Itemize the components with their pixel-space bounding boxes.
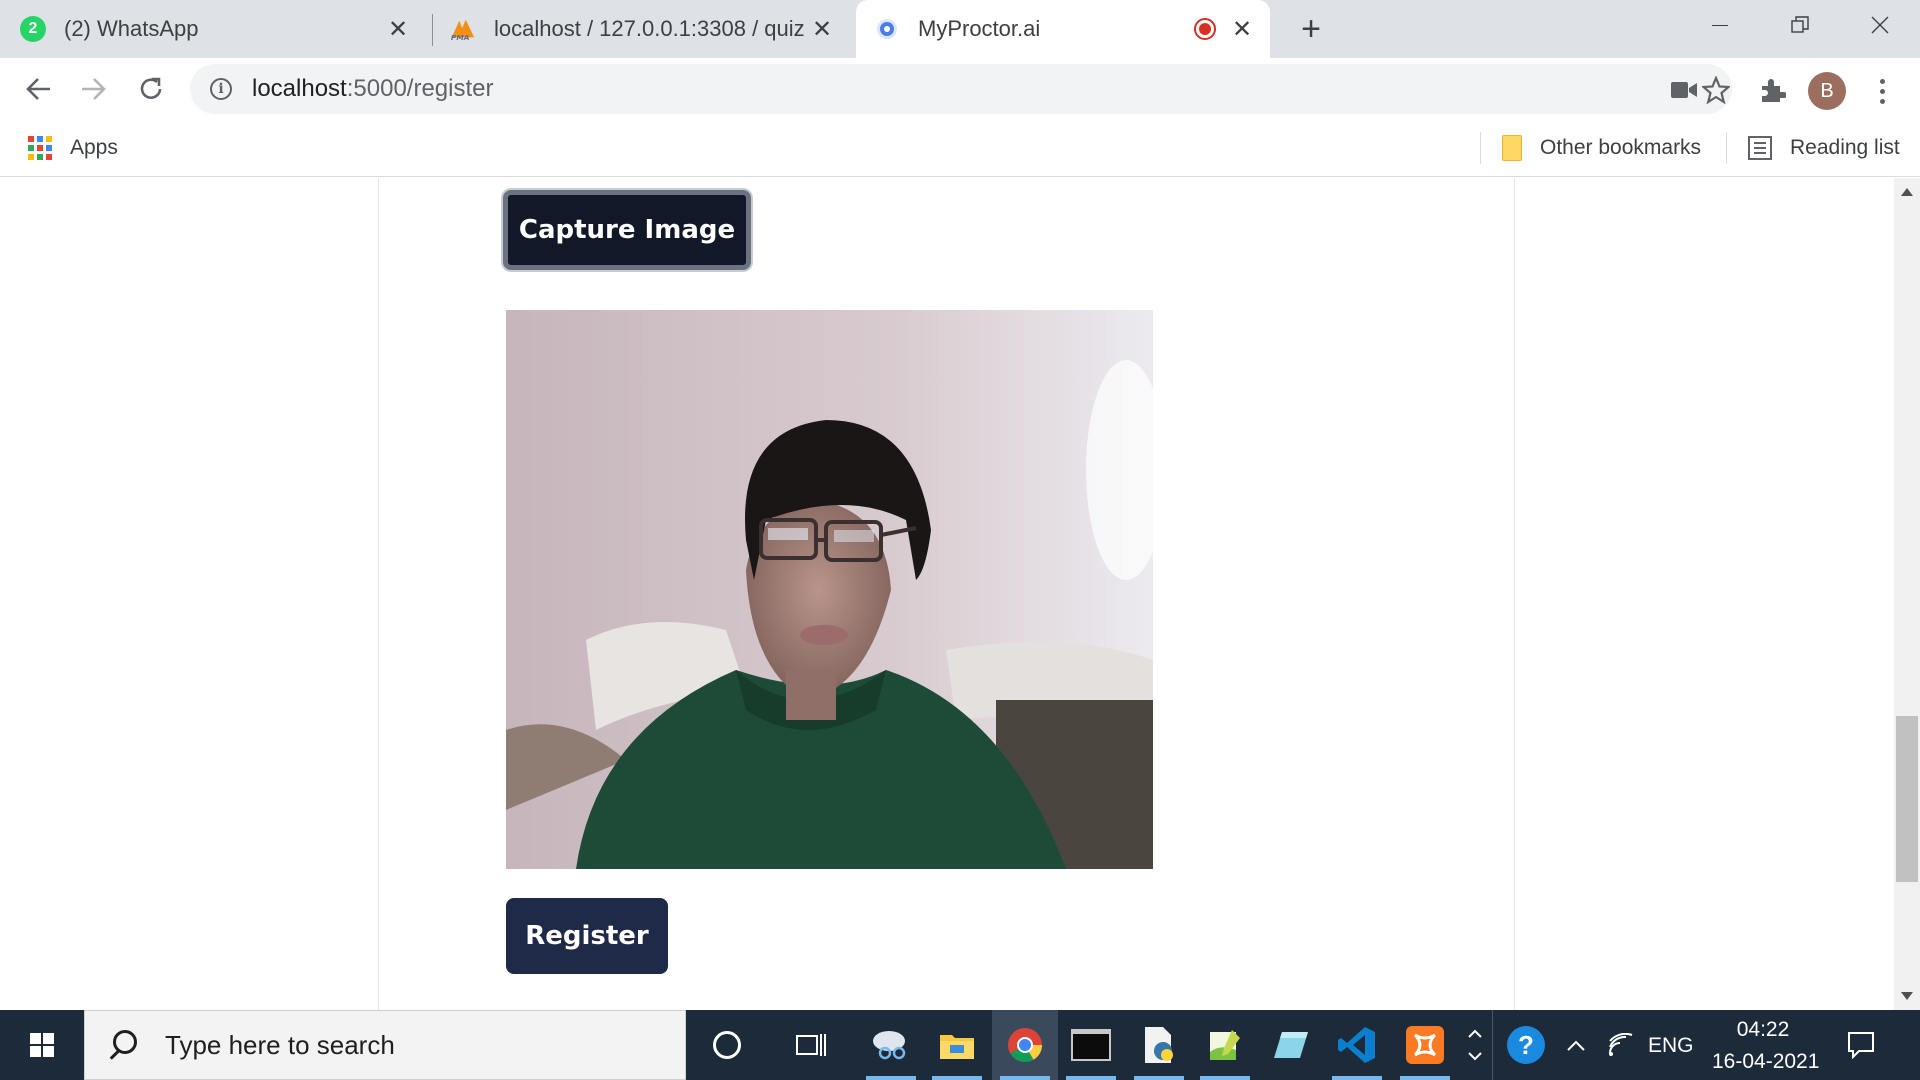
language-indicator[interactable]: ENG xyxy=(1648,1034,1694,1058)
tab-myproctor[interactable]: MyProctor.ai ✕ xyxy=(856,0,1270,58)
folder-icon xyxy=(1502,135,1522,161)
system-tray-separator xyxy=(1492,1010,1493,1080)
page-scrollbar[interactable] xyxy=(1894,178,1920,1010)
apps-shortcut[interactable]: Apps xyxy=(28,120,118,176)
cortana-icon[interactable] xyxy=(694,1010,760,1080)
page-viewport: Capture Image Register xyxy=(0,178,1894,1010)
reading-list[interactable]: Reading list xyxy=(1748,120,1900,176)
show-hidden-icons-icon[interactable] xyxy=(1556,1010,1596,1080)
myproctor-icon xyxy=(874,16,900,42)
bookmarks-bar: Apps Other bookmarks Reading list xyxy=(0,120,1920,177)
other-bookmarks-label: Other bookmarks xyxy=(1540,136,1702,159)
start-button[interactable] xyxy=(0,1010,84,1080)
forward-icon[interactable] xyxy=(72,68,114,110)
wifi-icon[interactable] xyxy=(1600,1010,1640,1080)
terminal-icon[interactable] xyxy=(1058,1010,1124,1080)
camera-icon[interactable] xyxy=(1670,76,1698,104)
bookmark-star-icon[interactable] xyxy=(1702,76,1730,104)
address-bar[interactable]: i localhost:5000/register xyxy=(190,64,1732,114)
scroll-up-arrow-icon[interactable] xyxy=(1901,188,1913,196)
help-icon[interactable]: ? xyxy=(1498,1010,1554,1080)
tab-title: localhost / 127.0.0.1:3308 / quiza xyxy=(494,16,804,41)
register-button[interactable]: Register xyxy=(506,898,668,974)
close-window-icon[interactable] xyxy=(1840,0,1920,50)
recording-icon xyxy=(1194,18,1216,40)
reading-list-label: Reading list xyxy=(1790,136,1900,159)
clock-date[interactable]: 16-04-2021 xyxy=(1712,1050,1819,1074)
python-file-icon[interactable] xyxy=(1126,1010,1192,1080)
file-explorer-icon[interactable] xyxy=(924,1010,990,1080)
url-text[interactable]: localhost:5000/register xyxy=(252,75,494,103)
profile-avatar[interactable]: B xyxy=(1808,72,1846,110)
apps-grid-icon xyxy=(28,136,52,160)
whatsapp-icon: 2 xyxy=(20,16,46,42)
task-view-icon[interactable] xyxy=(778,1010,844,1080)
extensions-icon[interactable] xyxy=(1756,74,1788,106)
taskbar-scroll-arrows-icon[interactable] xyxy=(1458,1010,1492,1080)
taskbar-search[interactable]: Type here to search xyxy=(84,1010,686,1080)
notepad-plus-icon[interactable] xyxy=(1192,1010,1258,1080)
tab-title: MyProctor.ai xyxy=(918,16,1041,41)
close-tab-icon[interactable]: ✕ xyxy=(808,15,836,43)
chrome-taskbar-icon[interactable] xyxy=(992,1010,1058,1080)
windows-logo-icon xyxy=(30,1033,54,1057)
new-tab-button[interactable]: + xyxy=(1292,10,1330,48)
reload-icon[interactable] xyxy=(130,68,172,110)
apps-label: Apps xyxy=(70,136,118,159)
close-tab-icon[interactable]: ✕ xyxy=(1228,15,1256,43)
search-icon xyxy=(107,1030,137,1060)
search-placeholder: Type here to search xyxy=(165,1029,395,1060)
tab-separator xyxy=(432,14,433,46)
pma-text: PMA xyxy=(451,33,470,42)
bookmark-separator xyxy=(1726,132,1727,164)
reading-list-icon xyxy=(1748,136,1772,160)
site-info-icon[interactable]: i xyxy=(210,78,232,100)
browser-menu-icon[interactable] xyxy=(1870,72,1894,110)
capture-image-button[interactable]: Capture Image xyxy=(503,190,751,270)
windows-taskbar: Type here to search ? ENG 04:22 16-04-20… xyxy=(0,1010,1920,1080)
scroll-down-arrow-icon[interactable] xyxy=(1901,992,1913,1000)
clock-time[interactable]: 04:22 xyxy=(1736,1018,1790,1042)
browser-toolbar: i localhost:5000/register B xyxy=(0,58,1920,120)
tab-whatsapp[interactable]: 2 (2) WhatsApp ✕ xyxy=(20,0,426,58)
other-bookmarks[interactable]: Other bookmarks xyxy=(1502,120,1701,176)
tab-title: (2) WhatsApp xyxy=(64,16,199,41)
restore-icon[interactable] xyxy=(1760,0,1840,50)
phpmyadmin-icon: PMA xyxy=(450,16,476,42)
bookmark-separator xyxy=(1480,132,1481,164)
scroll-thumb[interactable] xyxy=(1896,716,1918,882)
tab-strip: 2 (2) WhatsApp ✕ PMA localhost / 127.0.0… xyxy=(0,0,1920,58)
action-center-icon[interactable] xyxy=(1836,1010,1886,1080)
snipping-tool-icon[interactable] xyxy=(858,1010,924,1080)
xampp-icon[interactable] xyxy=(1392,1010,1458,1080)
vscode-icon[interactable] xyxy=(1324,1010,1390,1080)
close-tab-icon[interactable]: ✕ xyxy=(384,15,412,43)
minimize-icon[interactable] xyxy=(1680,0,1760,50)
back-icon[interactable] xyxy=(18,68,60,110)
sticky-notes-icon[interactable] xyxy=(1258,1010,1324,1080)
captured-webcam-photo xyxy=(506,310,1153,869)
tab-phpmyadmin[interactable]: PMA localhost / 127.0.0.1:3308 / quiza ✕ xyxy=(450,0,850,58)
